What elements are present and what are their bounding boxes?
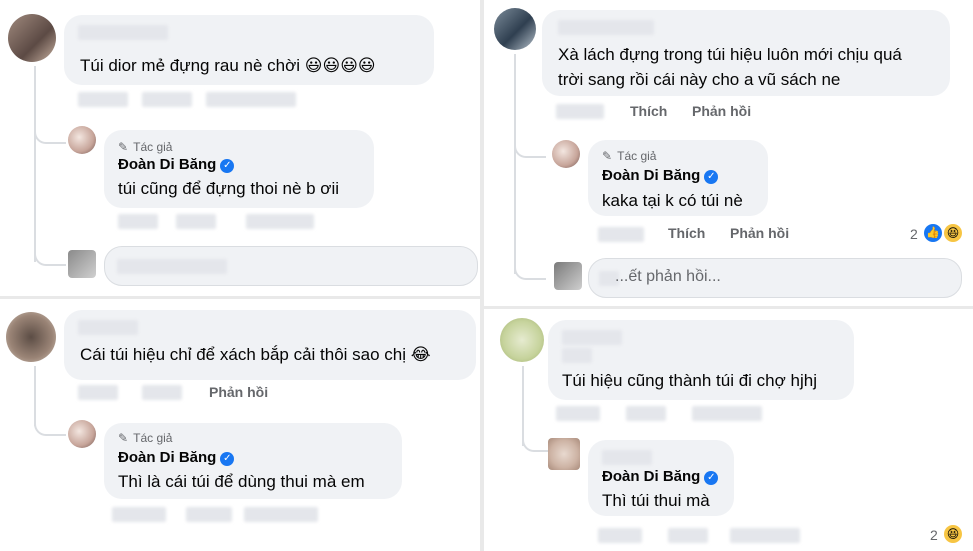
- comment-bubble: Túi dior mẻ đựng rau nè chời 😃😃😃😃: [64, 15, 434, 85]
- pen-icon: ✎: [602, 149, 613, 163]
- author-avatar[interactable]: [552, 140, 580, 168]
- comment-text-line1: Xà lách đựng trong túi hiệu luôn mới chị…: [558, 45, 902, 64]
- reply-author-name[interactable]: Đoàn Di Băng ✓: [602, 468, 719, 485]
- reply-bubble: ✎ Tác giả Đoàn Di Băng ✓ túi cũng để đựng…: [104, 130, 374, 208]
- blurred-actions: [244, 507, 318, 522]
- author-avatar[interactable]: [68, 420, 96, 448]
- comment-bubble: Cái túi hiệu chỉ để xách bắp cải thôi sa…: [64, 310, 476, 380]
- user-avatar: [68, 250, 96, 278]
- reply-link[interactable]: Phản hồi: [209, 384, 268, 400]
- reaction-count[interactable]: 2: [910, 226, 918, 242]
- commenter-avatar[interactable]: [8, 14, 56, 62]
- verified-check-icon: ✓: [220, 159, 235, 173]
- reply-input[interactable]: ...ết phản hồi...: [588, 258, 962, 298]
- haha-reaction-icon: 😆: [944, 525, 962, 543]
- like-link[interactable]: Thích: [630, 103, 667, 119]
- comment-text-line2: trời sang rồi cái này cho a vũ sách ne: [558, 70, 841, 89]
- blurred-commenter-name: [562, 348, 592, 363]
- blurred-actions: [556, 406, 600, 421]
- blurred-actions: [186, 507, 232, 522]
- reply-author-name[interactable]: Đoàn Di Băng ✓: [602, 167, 719, 184]
- blurred-time: [556, 104, 604, 119]
- reply-connector: [514, 128, 546, 158]
- author-badge: ✎ Tác giả: [118, 140, 173, 154]
- pen-icon: ✎: [118, 431, 129, 445]
- reply-author-name[interactable]: Đoàn Di Băng ✓: [118, 156, 235, 173]
- verified-check-icon: ✓: [704, 471, 719, 485]
- like-reaction-icon: 👍: [924, 224, 942, 242]
- left-panel: Túi dior mẻ đựng rau nè chời 😃😃😃😃 ✎ Tác …: [0, 0, 480, 551]
- reply-link[interactable]: Phản hồi: [692, 103, 751, 119]
- blurred-actions: [142, 92, 192, 107]
- comment-text: Túi hiệu cũng thành túi đi chợ hjhj: [562, 371, 817, 390]
- commenter-avatar[interactable]: [494, 8, 536, 50]
- like-link[interactable]: Thích: [668, 225, 705, 241]
- comment-text: Cái túi hiệu chỉ để xách bắp cải thôi sa…: [80, 345, 431, 364]
- reply-connector: [34, 404, 66, 436]
- reply-text: kaka tại k có túi nè: [602, 191, 743, 210]
- author-avatar[interactable]: [68, 126, 96, 154]
- blurred-commenter-name: [562, 330, 622, 345]
- reply-input[interactable]: [104, 246, 478, 286]
- blurred-actions: [730, 528, 800, 543]
- blurred-actions: [176, 214, 216, 229]
- thread-line: [34, 66, 36, 262]
- blurred-author-badge: [602, 450, 652, 465]
- reply-bubble: Đoàn Di Băng ✓ Thì túi thui mà: [588, 440, 734, 516]
- divider: [0, 296, 480, 299]
- blurred-actions: [246, 214, 314, 229]
- blurred-actions: [692, 406, 762, 421]
- blurred-actions: [112, 507, 166, 522]
- reply-connector: [514, 256, 546, 280]
- blurred-commenter-name: [78, 320, 138, 335]
- reply-connector: [34, 240, 66, 266]
- comment-bubble: Xà lách đựng trong túi hiệu luôn mới chị…: [542, 10, 950, 96]
- blurred-actions: [668, 528, 708, 543]
- reply-text: Thì túi thui mà: [602, 491, 710, 510]
- blurred-actions: [626, 406, 666, 421]
- reply-text: Thì là cái túi để dùng thui mà em: [118, 472, 365, 491]
- reply-text: túi cũng để đựng thoi nè b ơii: [118, 179, 340, 198]
- reply-bubble: ✎ Tác giả Đoàn Di Băng ✓ Thì là cái túi đ…: [104, 423, 402, 499]
- haha-reaction-icon: 😆: [944, 224, 962, 242]
- divider: [484, 306, 973, 309]
- blurred-commenter-name: [78, 25, 168, 40]
- blurred-actions: [118, 214, 158, 229]
- blurred-actions: [598, 528, 642, 543]
- commenter-avatar[interactable]: [500, 318, 544, 362]
- user-avatar: [554, 262, 582, 290]
- blurred-commenter-name: [558, 20, 654, 35]
- reply-author-name[interactable]: Đoàn Di Băng ✓: [118, 449, 235, 466]
- blurred-actions: [206, 92, 296, 107]
- reaction-count[interactable]: 2: [930, 527, 938, 543]
- blurred-actions: [78, 385, 118, 400]
- thread-line: [514, 54, 516, 274]
- blurred-time: [598, 227, 644, 242]
- reply-connector: [34, 108, 66, 144]
- reply-link[interactable]: Phản hồi: [730, 225, 789, 241]
- verified-check-icon: ✓: [704, 170, 719, 184]
- comment-text: Túi dior mẻ đựng rau nè chời 😃😃😃😃: [80, 56, 376, 75]
- author-badge: ✎ Tác giả: [602, 149, 657, 163]
- right-panel: Xà lách đựng trong túi hiệu luôn mới chị…: [484, 0, 973, 551]
- commenter-avatar[interactable]: [6, 312, 56, 362]
- verified-check-icon: ✓: [220, 452, 235, 466]
- pen-icon: ✎: [118, 140, 129, 154]
- reply-connector: [522, 426, 548, 452]
- blurred-actions: [142, 385, 182, 400]
- replier-avatar[interactable]: [548, 438, 580, 470]
- author-badge: ✎ Tác giả: [118, 431, 173, 445]
- blurred-placeholder: [117, 259, 227, 274]
- reply-input-placeholder: ...ết phản hồi...: [615, 268, 721, 285]
- blurred-actions: [78, 92, 128, 107]
- comment-bubble: Túi hiệu cũng thành túi đi chợ hjhj: [548, 320, 854, 400]
- reply-bubble: ✎ Tác giả Đoàn Di Băng ✓ kaka tại k có tú…: [588, 140, 768, 216]
